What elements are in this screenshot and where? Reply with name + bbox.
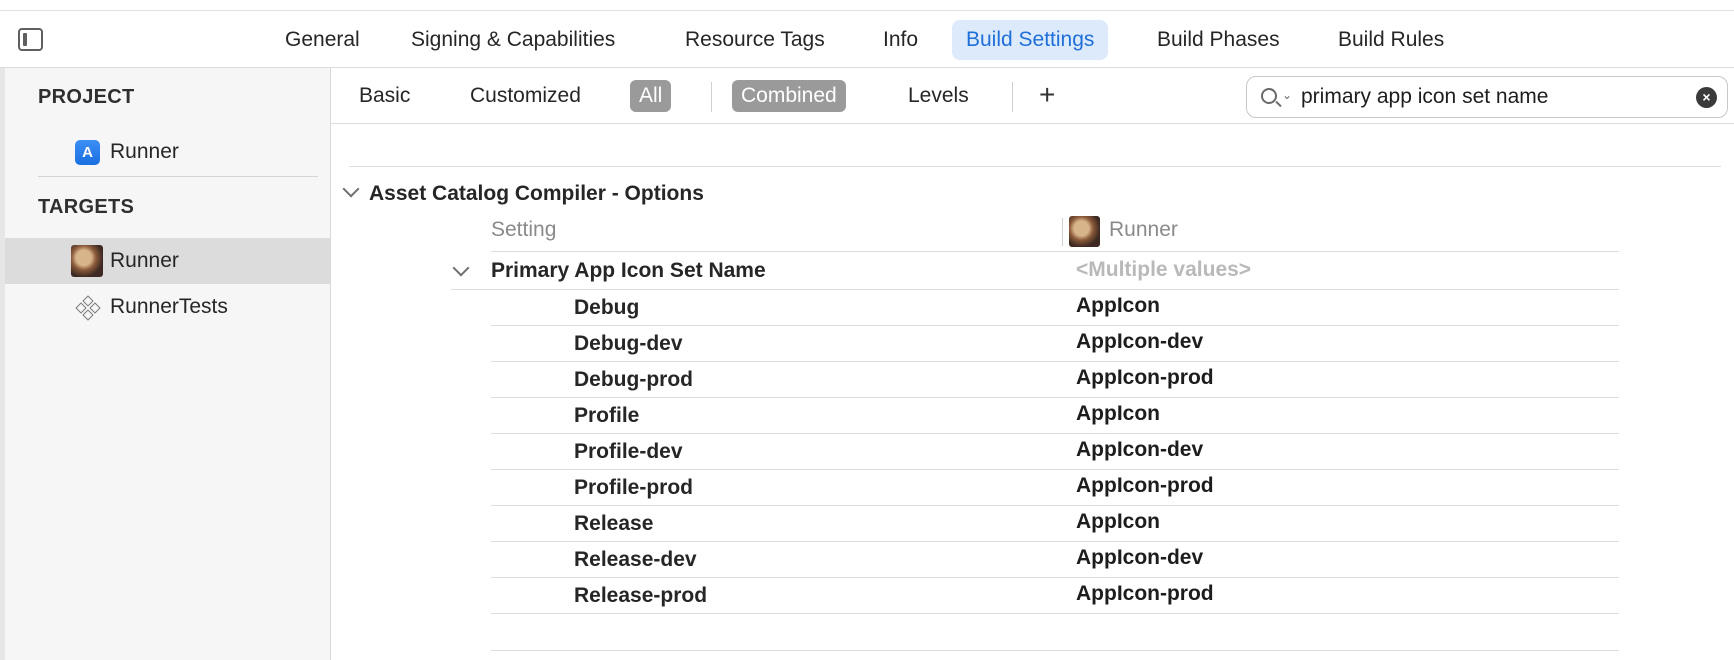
config-value[interactable]: AppIcon-dev [1076, 438, 1203, 462]
config-name: Profile [574, 404, 640, 427]
config-name: Release [574, 512, 654, 535]
table-row[interactable]: Profile-dev AppIcon-dev [491, 434, 1619, 470]
filter-levels-button[interactable]: Levels [899, 80, 978, 112]
project-navigator: PROJECT A Runner TARGETS Runner RunnerTe… [5, 68, 331, 660]
tab-build-rules[interactable]: Build Rules [1324, 20, 1458, 60]
build-settings-content: Asset Catalog Compiler - Options Setting… [331, 124, 1734, 660]
config-value[interactable]: AppIcon [1076, 294, 1160, 318]
column-setting-label: Setting [491, 218, 557, 241]
search-icon [1261, 88, 1277, 104]
filter-basic-button[interactable]: Basic [350, 80, 419, 112]
tab-signing-capabilities[interactable]: Signing & Capabilities [397, 20, 629, 60]
table-row[interactable]: Debug-prod AppIcon-prod [491, 362, 1619, 398]
table-row[interactable]: Release-dev AppIcon-dev [491, 542, 1619, 578]
tab-build-settings[interactable]: Build Settings [952, 20, 1109, 60]
sidebar-item-label: RunnerTests [110, 295, 228, 318]
config-value[interactable]: AppIcon [1076, 510, 1160, 534]
sidebar-item-target-runnertests[interactable]: RunnerTests [5, 284, 330, 330]
table-row[interactable]: Debug AppIcon [491, 290, 1619, 326]
table-row[interactable]: Profile-prod AppIcon-prod [491, 470, 1619, 506]
config-value[interactable]: AppIcon-prod [1076, 366, 1214, 390]
config-name: Profile-dev [574, 440, 683, 463]
setting-name: Primary App Icon Set Name [491, 259, 766, 282]
config-name: Debug-dev [574, 332, 683, 355]
add-setting-button[interactable]: + [1039, 79, 1055, 111]
sidebar-item-label: Runner [110, 249, 179, 272]
disclosure-chevron-icon [452, 259, 470, 277]
config-name: Release-dev [574, 548, 697, 571]
setting-multiple-values: <Multiple values> [1076, 258, 1252, 281]
config-value[interactable]: AppIcon-dev [1076, 546, 1203, 570]
config-value[interactable]: AppIcon [1076, 402, 1160, 426]
search-input[interactable] [1301, 82, 1686, 112]
table-row[interactable]: Release AppIcon [491, 506, 1619, 542]
settings-column-header: Setting Runner [491, 212, 1619, 252]
table-row[interactable]: Profile AppIcon [491, 398, 1619, 434]
top-edge-line [0, 10, 1734, 11]
table-row[interactable]: Release-prod AppIcon-prod [491, 578, 1619, 614]
config-value[interactable]: AppIcon-prod [1076, 582, 1214, 606]
filter-separator [711, 82, 712, 112]
content-bottom-divider [491, 650, 1619, 651]
editor-tab-bar: General Signing & Capabilities Resource … [0, 0, 1734, 68]
sidebar-item-target-runner[interactable]: Runner [5, 238, 330, 284]
table-row[interactable]: Debug-dev AppIcon-dev [491, 326, 1619, 362]
sidebar-item-project-runner[interactable]: A Runner [5, 129, 330, 175]
section-title: Asset Catalog Compiler - Options [369, 182, 704, 205]
tab-info[interactable]: Info [869, 20, 932, 60]
build-settings-filter-bar: Basic Customized All Combined Levels + ⌄… [331, 68, 1734, 124]
filter-combined-button[interactable]: Combined [732, 80, 846, 112]
config-name: Debug [574, 296, 640, 319]
sidebar-item-label: Runner [110, 140, 179, 163]
setting-primary-app-icon-set-name[interactable]: Primary App Icon Set Name <Multiple valu… [451, 254, 1619, 290]
config-name: Profile-prod [574, 476, 693, 499]
tab-resource-tags[interactable]: Resource Tags [671, 20, 839, 60]
project-section-header: PROJECT [38, 86, 135, 108]
targets-section-header: TARGETS [38, 196, 135, 218]
tab-general[interactable]: General [271, 20, 374, 60]
clear-search-icon[interactable]: × [1696, 87, 1717, 108]
search-field[interactable]: ⌄ × [1246, 76, 1728, 118]
sidebar-divider [38, 176, 318, 177]
test-bundle-icon [75, 295, 101, 321]
config-value[interactable]: AppIcon-dev [1076, 330, 1203, 354]
column-separator [1062, 218, 1063, 246]
chevron-down-icon: ⌄ [1282, 88, 1293, 102]
app-photo-icon [71, 245, 103, 277]
target-avatar-icon [1069, 216, 1100, 247]
section-asset-catalog-compiler[interactable]: Asset Catalog Compiler - Options [341, 176, 704, 212]
config-name: Release-prod [574, 584, 708, 607]
app-store-icon: A [75, 140, 100, 165]
filter-all-button[interactable]: All [630, 80, 672, 112]
tab-build-phases[interactable]: Build Phases [1143, 20, 1294, 60]
config-name: Debug-prod [574, 368, 693, 391]
column-target-label: Runner [1109, 218, 1178, 241]
filter-customized-button[interactable]: Customized [461, 80, 590, 112]
sidebar-toggle-icon[interactable] [18, 28, 43, 51]
config-value[interactable]: AppIcon-prod [1076, 474, 1214, 498]
content-divider [349, 166, 1721, 167]
filter-separator [1012, 82, 1013, 112]
disclosure-chevron-icon [342, 180, 360, 198]
